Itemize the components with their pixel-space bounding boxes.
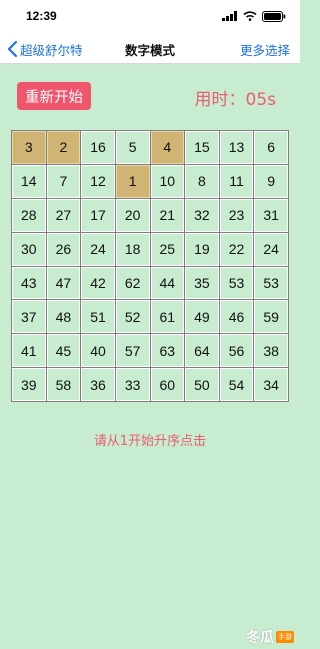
grid-cell[interactable]: 2 bbox=[46, 131, 81, 164]
grid-cell[interactable]: 47 bbox=[46, 266, 81, 300]
status-icons bbox=[222, 10, 286, 22]
grid-cell[interactable]: 49 bbox=[185, 300, 219, 334]
grid-cell[interactable]: 8 bbox=[185, 164, 219, 198]
timer: 用时：05s bbox=[195, 85, 277, 110]
grid-cell[interactable]: 37 bbox=[12, 300, 46, 334]
grid-cell[interactable]: 6 bbox=[254, 131, 288, 164]
more-options-button[interactable]: 更多选择 bbox=[240, 40, 290, 59]
back-button[interactable]: 超级舒尔特 bbox=[6, 39, 83, 59]
grid-cell[interactable]: 25 bbox=[150, 232, 185, 266]
grid-cell[interactable]: 45 bbox=[46, 334, 81, 368]
grid-cell[interactable]: 18 bbox=[115, 232, 150, 266]
grid-cell[interactable]: 35 bbox=[185, 266, 219, 300]
grid-cell[interactable]: 39 bbox=[12, 368, 46, 401]
grid-cell[interactable]: 7 bbox=[46, 164, 81, 198]
grid-cell[interactable]: 20 bbox=[115, 198, 150, 232]
grid-cell[interactable]: 26 bbox=[46, 232, 81, 266]
watermark-logo: 冬瓜 手游 bbox=[246, 627, 294, 647]
timer-value: 05s bbox=[245, 90, 277, 110]
grid-cell[interactable]: 53 bbox=[219, 266, 254, 300]
chevron-left-icon bbox=[7, 40, 18, 58]
grid-cell[interactable]: 36 bbox=[81, 368, 115, 401]
grid-cell[interactable]: 60 bbox=[150, 368, 185, 401]
grid-cell[interactable]: 27 bbox=[46, 198, 81, 232]
grid-cell[interactable]: 48 bbox=[46, 300, 81, 334]
grid-cell[interactable]: 28 bbox=[12, 198, 46, 232]
grid-cell[interactable]: 38 bbox=[254, 334, 288, 368]
status-time: 12:39 bbox=[26, 9, 57, 23]
grid-cell[interactable]: 58 bbox=[46, 368, 81, 401]
grid-cell[interactable]: 11 bbox=[219, 164, 254, 198]
grid-cell[interactable]: 15 bbox=[185, 131, 219, 164]
grid-cell[interactable]: 31 bbox=[254, 198, 288, 232]
navigation-bar: 超级舒尔特 数字模式 更多选择 bbox=[0, 34, 300, 64]
grid-cell[interactable]: 62 bbox=[115, 266, 150, 300]
watermark-text: 冬瓜 bbox=[246, 630, 274, 646]
restart-button[interactable]: 重新开始 bbox=[17, 82, 91, 110]
signal-icon bbox=[222, 11, 237, 21]
grid-cell[interactable]: 30 bbox=[12, 232, 46, 266]
grid-cell[interactable]: 57 bbox=[115, 334, 150, 368]
grid-cell[interactable]: 24 bbox=[81, 232, 115, 266]
grid-cell[interactable]: 44 bbox=[150, 266, 185, 300]
grid-cell[interactable]: 14 bbox=[12, 164, 46, 198]
number-grid: 3 2 16 5 4 15 13 6 14 7 12 1 10 8 11 9 28 27 17 20 21 32 23 31 3… bbox=[11, 130, 289, 402]
status-bar: 12:39 bbox=[0, 0, 300, 34]
grid-cell[interactable]: 13 bbox=[219, 131, 254, 164]
grid-cell[interactable]: 43 bbox=[12, 266, 46, 300]
grid-cell[interactable]: 5 bbox=[115, 131, 150, 164]
grid-cell[interactable]: 59 bbox=[254, 300, 288, 334]
battery-icon bbox=[262, 10, 286, 22]
grid-cell[interactable]: 56 bbox=[219, 334, 254, 368]
grid-cell[interactable]: 22 bbox=[219, 232, 254, 266]
grid-cell[interactable]: 4 bbox=[150, 131, 185, 164]
wifi-icon bbox=[243, 11, 257, 21]
instruction-hint: 请从1开始升序点击 bbox=[93, 434, 207, 449]
grid-cell[interactable]: 32 bbox=[185, 198, 219, 232]
grid-cell[interactable]: 52 bbox=[115, 300, 150, 334]
watermark-sub: 手游 bbox=[276, 631, 294, 643]
grid-cell[interactable]: 16 bbox=[81, 131, 115, 164]
grid-cell[interactable]: 21 bbox=[150, 198, 185, 232]
grid-cell[interactable]: 23 bbox=[219, 198, 254, 232]
timer-prefix: 用时： bbox=[194, 90, 246, 110]
grid-cell[interactable]: 40 bbox=[81, 334, 115, 368]
grid-cell[interactable]: 51 bbox=[81, 300, 115, 334]
grid-cell[interactable]: 34 bbox=[254, 368, 288, 401]
grid-cell[interactable]: 41 bbox=[12, 334, 46, 368]
grid-cell[interactable]: 10 bbox=[150, 164, 185, 198]
grid-cell[interactable]: 1 bbox=[115, 164, 150, 198]
grid-cell[interactable]: 12 bbox=[81, 164, 115, 198]
grid-cell[interactable]: 53 bbox=[254, 266, 288, 300]
grid-cell[interactable]: 46 bbox=[219, 300, 254, 334]
grid-cell[interactable]: 64 bbox=[185, 334, 219, 368]
back-label: 超级舒尔特 bbox=[20, 42, 83, 58]
grid-cell[interactable]: 54 bbox=[219, 368, 254, 401]
grid-cell[interactable]: 9 bbox=[254, 164, 288, 198]
grid-cell[interactable]: 33 bbox=[115, 368, 150, 401]
grid-cell[interactable]: 61 bbox=[150, 300, 185, 334]
grid-cell[interactable]: 63 bbox=[150, 334, 185, 368]
grid-cell[interactable]: 42 bbox=[81, 266, 115, 300]
grid-cell[interactable]: 19 bbox=[185, 232, 219, 266]
grid-cell[interactable]: 17 bbox=[81, 198, 115, 232]
grid-cell[interactable]: 50 bbox=[185, 368, 219, 401]
grid-cell[interactable]: 24 bbox=[254, 232, 288, 266]
grid-cell[interactable]: 3 bbox=[12, 131, 46, 164]
